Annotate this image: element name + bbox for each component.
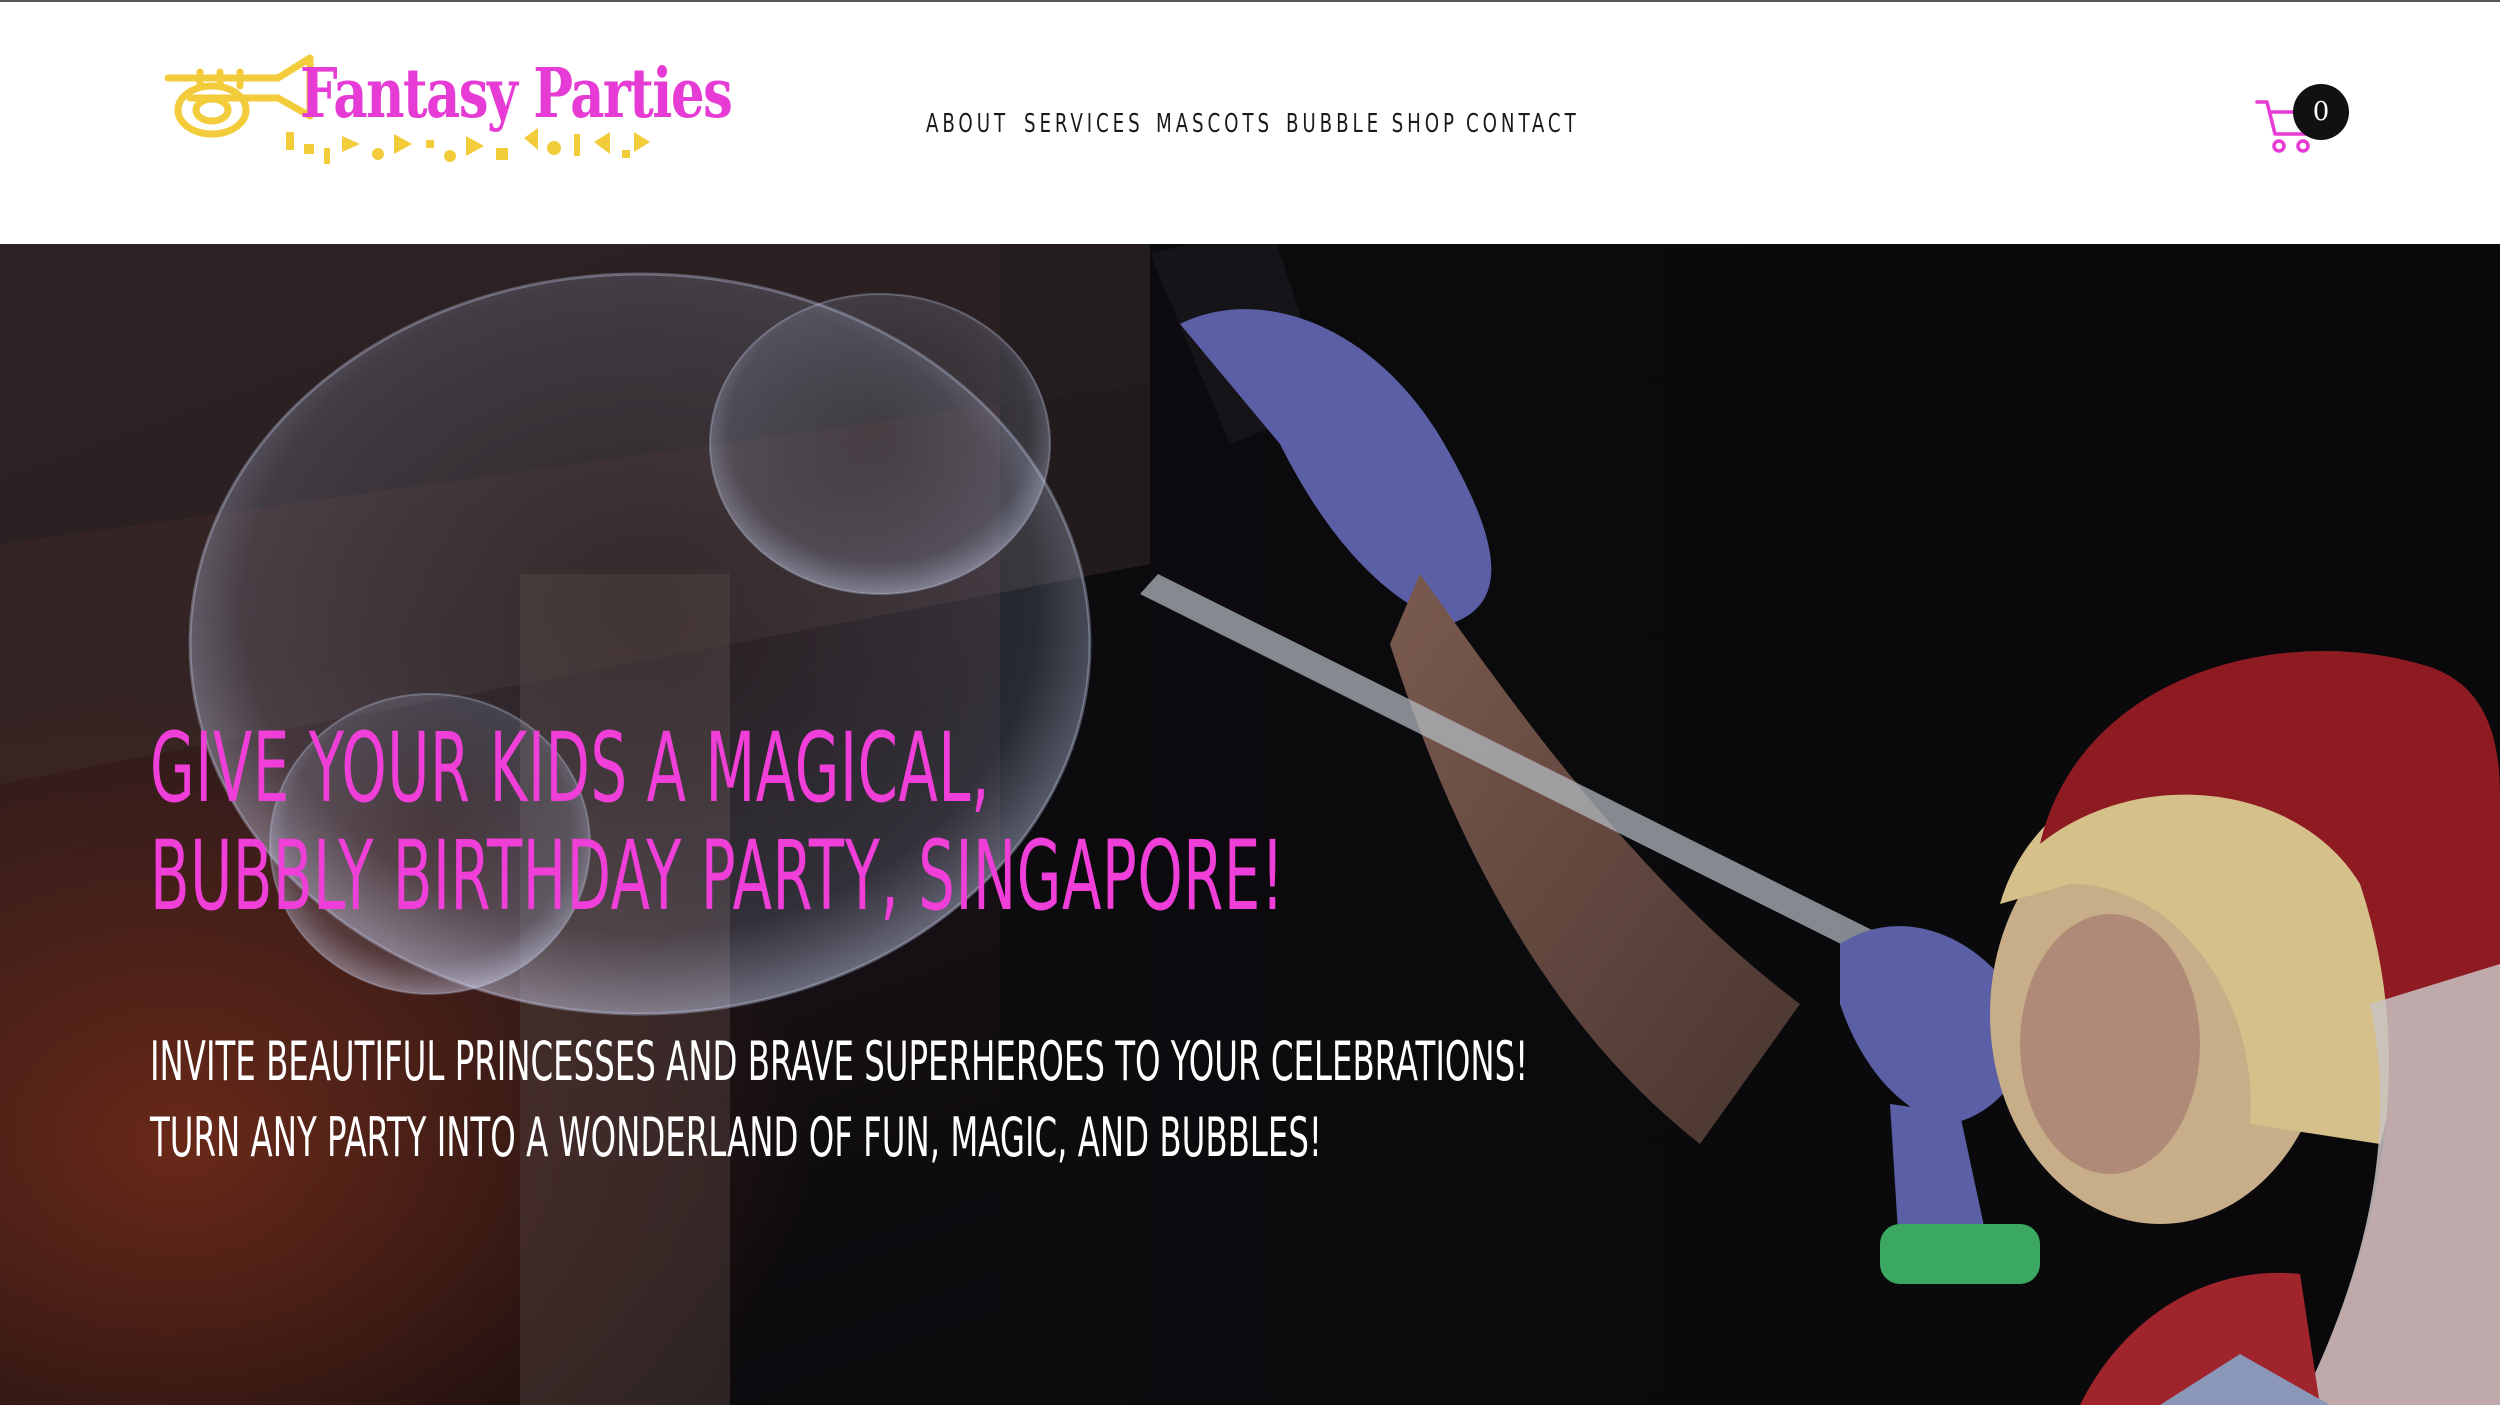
hero-section: Give your kids a magical, bubbly birthda… <box>0 244 2500 1405</box>
site-header: Fantasy Parties About <box>0 2 2500 244</box>
nav-link-contact[interactable]: Contact <box>1466 109 1580 139</box>
site-logo[interactable]: Fantasy Parties <box>160 50 733 170</box>
nav-link-bubble-shop[interactable]: Bubble Shop <box>1286 109 1458 139</box>
hero-heading: Give your kids a magical, bubbly birthda… <box>150 712 1285 932</box>
logo-wordmark: Fantasy Parties <box>300 54 733 134</box>
hero-subheading: Invite beautiful princesses and brave su… <box>150 1024 1528 1176</box>
cart-button[interactable]: 0 <box>2255 84 2355 156</box>
hero-subheading-line-1: Invite beautiful princesses and brave su… <box>150 1030 1529 1093</box>
nav-link-about[interactable]: About <box>926 109 1009 139</box>
nav-link-services[interactable]: Services <box>1024 109 1144 139</box>
hero-subheading-line-2: Turn any party into a wonderland of fun,… <box>150 1106 1322 1169</box>
hero-heading-line-2: bubbly birthday party, Singapore! <box>150 820 1285 932</box>
main-navigation: About Services Mascots Bubble Shop Conta… <box>926 102 1576 146</box>
confetti-decoration <box>286 128 650 164</box>
nav-link-mascots[interactable]: Mascots <box>1156 109 1273 139</box>
cart-count-badge: 0 <box>2293 84 2349 140</box>
hero-heading-line-1: Give your kids a magical, <box>150 712 991 824</box>
